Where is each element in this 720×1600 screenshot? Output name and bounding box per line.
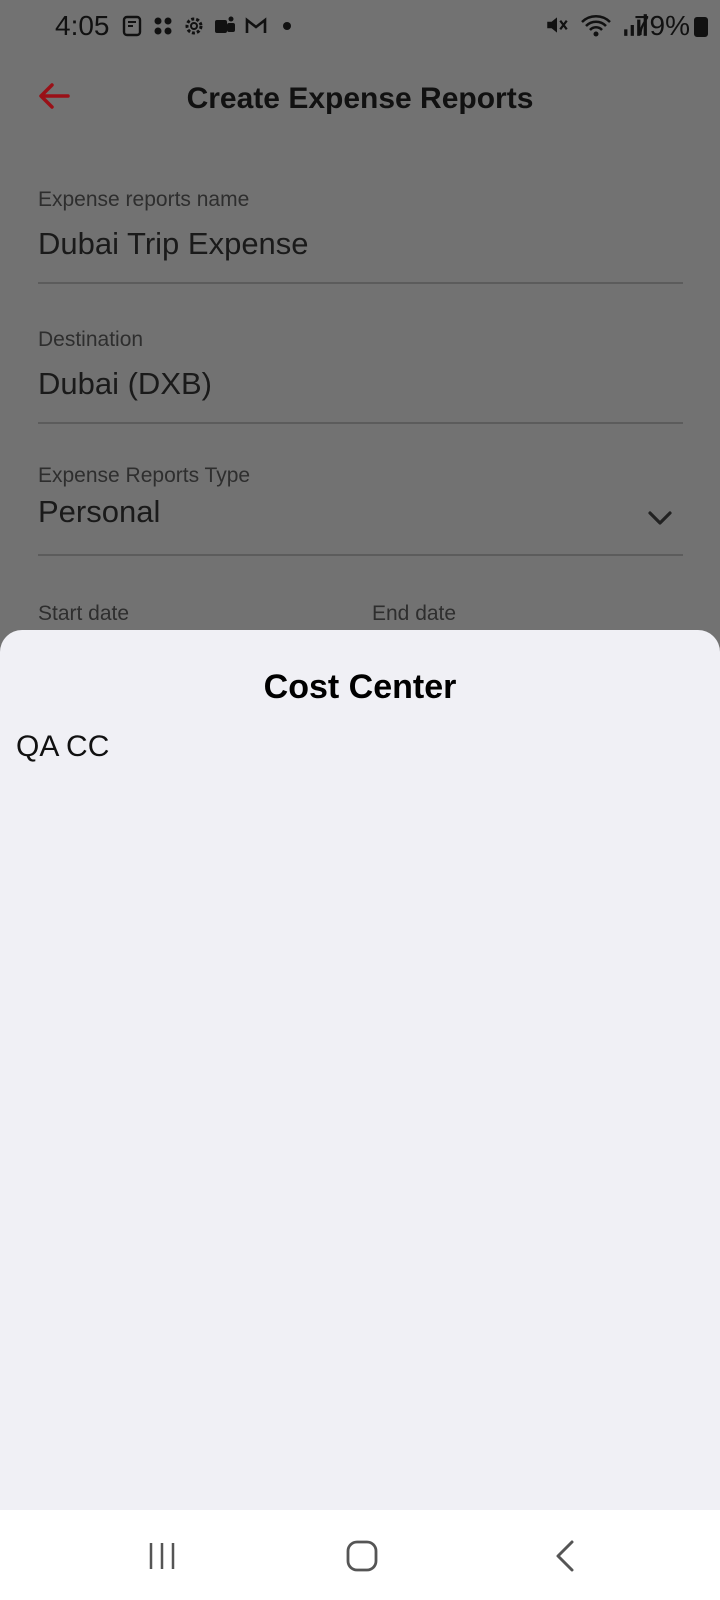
destination-value[interactable]: Dubai (DXB): [38, 366, 683, 402]
expense-type-value[interactable]: Personal: [38, 494, 683, 530]
recent-apps-button[interactable]: [132, 1534, 192, 1578]
mute-icon: [547, 17, 568, 33]
expense-name-value[interactable]: Dubai Trip Expense: [38, 226, 683, 262]
more-dot-icon: [283, 22, 291, 30]
notification-icons: [120, 14, 299, 38]
expense-type-select[interactable]: Expense Reports Type Personal: [38, 464, 683, 556]
home-icon: [346, 1540, 378, 1572]
status-time: 4:05: [55, 10, 110, 41]
system-icons: [544, 12, 648, 38]
start-date-label: Start date: [38, 602, 130, 625]
gmail-icon: [245, 17, 267, 33]
list-item[interactable]: QA CC: [16, 730, 109, 764]
sheet-title: Cost Center: [263, 668, 457, 706]
chevron-down-icon[interactable]: [647, 510, 673, 526]
expense-name-label: Expense reports name: [38, 188, 250, 211]
slack-icon: [154, 17, 172, 35]
recent-apps-icon: [149, 1543, 175, 1569]
destination-field[interactable]: Destination Dubai (DXB): [38, 328, 683, 424]
wifi-icon: [581, 15, 611, 37]
expense-type-label: Expense Reports Type: [38, 464, 251, 487]
battery-icon: [694, 17, 708, 37]
expense-name-field[interactable]: Expense reports name Dubai Trip Expense: [38, 188, 683, 284]
back-icon: [556, 1540, 574, 1572]
home-button[interactable]: [332, 1534, 392, 1578]
end-date-label: End date: [372, 602, 457, 625]
page-title: Create Expense Reports: [186, 82, 534, 115]
document-icon: [122, 15, 142, 37]
settings-icon: [185, 17, 203, 35]
teams-icon: [215, 16, 235, 33]
cost-center-sheet: Cost Center QA CC: [0, 630, 720, 1510]
destination-label: Destination: [38, 328, 144, 351]
system-back-button[interactable]: [535, 1534, 595, 1578]
app-header: Create Expense Reports: [0, 60, 720, 140]
navigation-bar: [0, 1510, 720, 1600]
battery-percent: 79%: [633, 10, 690, 41]
status-bar: 4:05 79%: [0, 0, 720, 52]
